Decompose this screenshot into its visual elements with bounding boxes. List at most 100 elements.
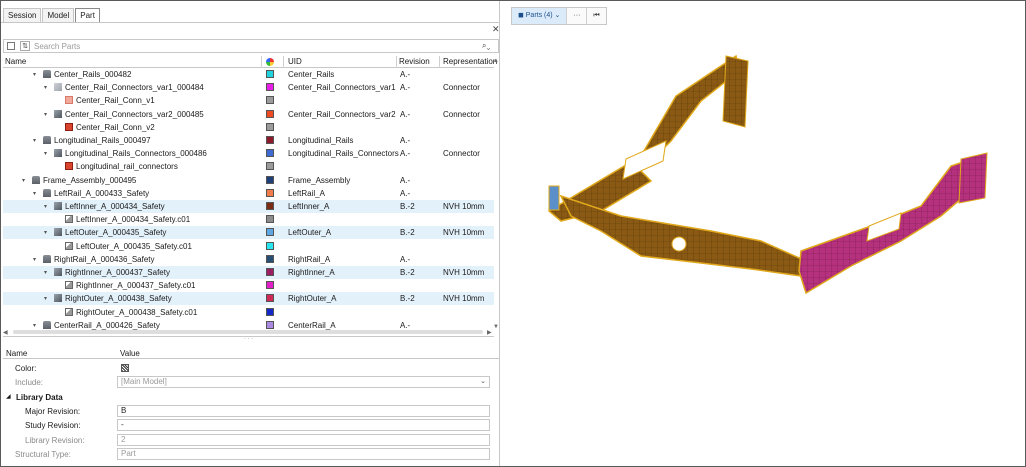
expand-toggle-icon[interactable]: ▾ (44, 84, 47, 91)
tab-model[interactable]: Model (42, 8, 75, 22)
parts-dropdown-button[interactable]: ◼ Parts (4) ⌄ (512, 8, 568, 24)
expand-toggle-icon[interactable]: ▾ (33, 71, 36, 78)
prop-major-label: Major Revision: (25, 407, 81, 416)
color-swatch[interactable] (266, 268, 274, 276)
color-swatch[interactable] (266, 215, 274, 224)
color-swatch-icon[interactable] (121, 364, 129, 372)
column-divider[interactable] (283, 56, 284, 68)
right-rail-flange[interactable] (958, 152, 988, 204)
expand-toggle-icon[interactable]: ▾ (33, 137, 36, 144)
column-representation-header[interactable]: Representation (443, 57, 497, 66)
tree-row[interactable]: Longitudinal_rail_connectors (3, 160, 494, 173)
color-swatch[interactable] (266, 228, 274, 237)
color-swatch[interactable] (266, 136, 274, 144)
tree-row[interactable]: LeftOuter_A_000435_Safety.c01 (3, 240, 494, 253)
tree-row[interactable]: Center_Rail_Conn_v1 (3, 94, 494, 107)
column-name-header[interactable]: Name (5, 57, 26, 66)
row-name: Frame_Assembly_000495 (43, 175, 137, 185)
search-icon[interactable]: ⌕⌄ (482, 41, 490, 51)
scroll-right-icon[interactable]: ▶ (487, 329, 492, 336)
expand-toggle-icon[interactable]: ▾ (44, 150, 47, 157)
expand-toggle-icon[interactable]: ▾ (44, 203, 47, 210)
tree-row[interactable]: ▾ Center_Rail_Connectors_var1_000484 Cente… (3, 81, 494, 94)
left-rail-mesh[interactable] (547, 54, 740, 222)
color-swatch[interactable] (266, 281, 274, 290)
color-swatch[interactable] (266, 294, 274, 303)
first-step-icon[interactable]: ⏮ (587, 8, 605, 24)
color-swatch[interactable] (266, 320, 274, 329)
row-revision: A.- (400, 83, 411, 93)
column-divider[interactable] (439, 56, 440, 68)
color-swatch[interactable] (266, 188, 274, 197)
color-swatch[interactable] (266, 307, 274, 316)
tree-row[interactable]: RightInner_A_000437_Safety.c01 (3, 279, 494, 292)
color-swatch[interactable] (266, 149, 274, 158)
frame-assembly-model[interactable] (501, 1, 1025, 466)
expand-toggle-icon[interactable]: ▾ (44, 269, 47, 276)
color-wheel-icon[interactable] (266, 58, 274, 66)
tab-session[interactable]: Session (3, 8, 42, 22)
color-swatch[interactable] (266, 70, 274, 78)
color-swatch[interactable] (266, 202, 274, 210)
tree-row[interactable]: ▾ RightRail_A_000436_Safety RightRail_A A.- (3, 253, 494, 266)
column-divider[interactable] (261, 56, 262, 68)
horizontal-scrollbar[interactable]: ◀ ▶ (3, 329, 494, 336)
scroll-up-icon[interactable]: ▲ (493, 58, 499, 64)
select-all-checkbox[interactable] (7, 42, 15, 50)
vertical-scrollbar[interactable]: ▲ ▼ (492, 56, 500, 334)
color-swatch[interactable] (266, 175, 274, 184)
tree-row[interactable]: RightOuter_A_000438_Safety.c01 (3, 306, 494, 319)
study-revision-field[interactable]: - (117, 419, 490, 431)
expand-toggle-icon[interactable]: ▾ (33, 322, 36, 329)
tree-row[interactable]: ▾ Longitudinal_Rails_Connectors_000486 Lon… (3, 147, 494, 160)
color-swatch[interactable] (266, 96, 274, 105)
tree-row[interactable]: ▾ Frame_Assembly_000495 Frame_Assembly A.- (3, 174, 494, 187)
tree-row[interactable]: ▾ Longitudinal_Rails_000497 Longitudinal_R… (3, 134, 494, 147)
expand-toggle-icon[interactable]: ▾ (33, 190, 36, 197)
column-revision-header[interactable]: Revision (399, 57, 430, 66)
left-rail-flange[interactable] (722, 55, 749, 128)
graphics-viewport[interactable]: ◼ Parts (4) ⌄ ··· ⏮ (501, 1, 1025, 466)
tree-row[interactable]: ▾ LeftInner_A_000434_Safety LeftInner_A B.-… (3, 200, 494, 213)
left-rail-cutout[interactable] (622, 140, 667, 180)
column-uid-header[interactable]: UID (288, 57, 302, 66)
tree-row[interactable]: ▾ Center_Rails_000482 Center_Rails A.- (3, 68, 494, 81)
library-data-section[interactable]: ◢ Library Data (3, 390, 499, 404)
scrollbar-thumb[interactable] (13, 330, 483, 334)
major-revision-field[interactable]: B (117, 405, 490, 417)
color-swatch[interactable] (266, 162, 274, 171)
row-revision: A.- (400, 188, 411, 198)
tree-row[interactable]: ▾ LeftOuter_A_000435_Safety LeftOuter_A B.-… (3, 226, 494, 240)
row-uid: Frame_Assembly (288, 175, 351, 185)
tree-row[interactable]: LeftInner_A_000434_Safety.c01 (3, 213, 494, 226)
tree-row[interactable]: ▾ Center_Rail_Connectors_var2_000485 Cente… (3, 108, 494, 121)
color-swatch[interactable] (266, 241, 274, 250)
center-rail-mesh[interactable] (559, 194, 807, 277)
tree-row[interactable]: Center_Rail_Conn_v2 (3, 121, 494, 134)
panel-splitter[interactable]: · · · (3, 336, 494, 343)
scroll-left-icon[interactable]: ◀ (3, 329, 8, 336)
search-input[interactable] (34, 40, 479, 52)
color-swatch[interactable] (266, 122, 274, 131)
row-name: Longitudinal_rail_connectors (76, 162, 178, 172)
expand-toggle-icon[interactable]: ▾ (44, 111, 47, 118)
expand-toggle-icon[interactable]: ▾ (44, 229, 47, 236)
tree-row[interactable]: ▾ RightInner_A_000437_Safety RightInner_A B… (3, 266, 494, 279)
row-name: RightInner_A_000437_Safety.c01 (76, 281, 196, 291)
more-options-button[interactable]: ··· (567, 8, 588, 24)
color-swatch[interactable] (266, 83, 274, 92)
expand-toggle-icon[interactable]: ▾ (22, 177, 25, 184)
sort-icon[interactable]: ⇅ (20, 41, 30, 51)
prop-library-label: Library Revision: (25, 436, 85, 445)
collapse-icon[interactable]: ◢ (6, 393, 11, 400)
tab-part[interactable]: Part (75, 8, 100, 23)
tree-row[interactable]: ▾ RightOuter_A_000438_Safety RightOuter_A B… (3, 292, 494, 306)
include-dropdown[interactable]: [Main Model] ⌄ (117, 376, 490, 388)
color-swatch[interactable] (266, 254, 274, 263)
column-divider[interactable] (396, 56, 397, 68)
color-swatch[interactable] (266, 109, 274, 118)
tree-row[interactable]: ▾ LeftRail_A_000433_Safety LeftRail_A A.- (3, 187, 494, 200)
expand-toggle-icon[interactable]: ▾ (44, 295, 47, 302)
close-icon[interactable]: ✕ (492, 24, 500, 35)
expand-toggle-icon[interactable]: ▾ (33, 256, 36, 263)
